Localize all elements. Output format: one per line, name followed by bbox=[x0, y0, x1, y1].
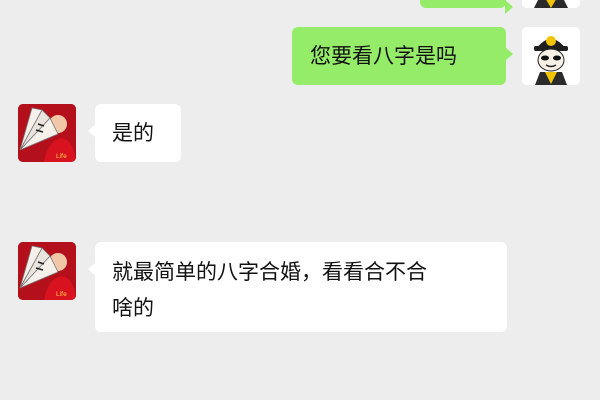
cartoon-official-avatar-icon bbox=[522, 0, 580, 8]
chat-view: 您要看八字是吗 Life 是的 Life 就最简单的八字合婚，看看合不合 啥的 bbox=[0, 0, 600, 400]
message-text: 就最简单的八字合婚，看看合不合 啥的 bbox=[112, 260, 427, 320]
my-avatar-partial[interactable] bbox=[522, 0, 580, 8]
message-bubble-sent[interactable]: 您要看八字是吗 bbox=[292, 27, 513, 85]
my-avatar[interactable] bbox=[522, 27, 580, 85]
contact-avatar[interactable]: Life bbox=[18, 104, 76, 162]
svg-text:Life: Life bbox=[56, 291, 67, 298]
message-bubble-received[interactable]: 就最简单的八字合婚，看看合不合 啥的 bbox=[88, 242, 507, 332]
red-fan-portrait-avatar-icon: Life bbox=[18, 104, 76, 162]
cartoon-official-avatar-icon bbox=[522, 27, 580, 85]
red-fan-portrait-avatar-icon: Life bbox=[18, 242, 76, 300]
message-text: 您要看八字是吗 bbox=[310, 44, 457, 68]
contact-avatar[interactable]: Life bbox=[18, 242, 76, 300]
message-bubble-received[interactable]: 是的 bbox=[88, 104, 181, 162]
message-text: 是的 bbox=[112, 121, 154, 145]
message-bubble-sent-partial[interactable] bbox=[420, 0, 513, 14]
svg-text:Life: Life bbox=[56, 153, 67, 160]
